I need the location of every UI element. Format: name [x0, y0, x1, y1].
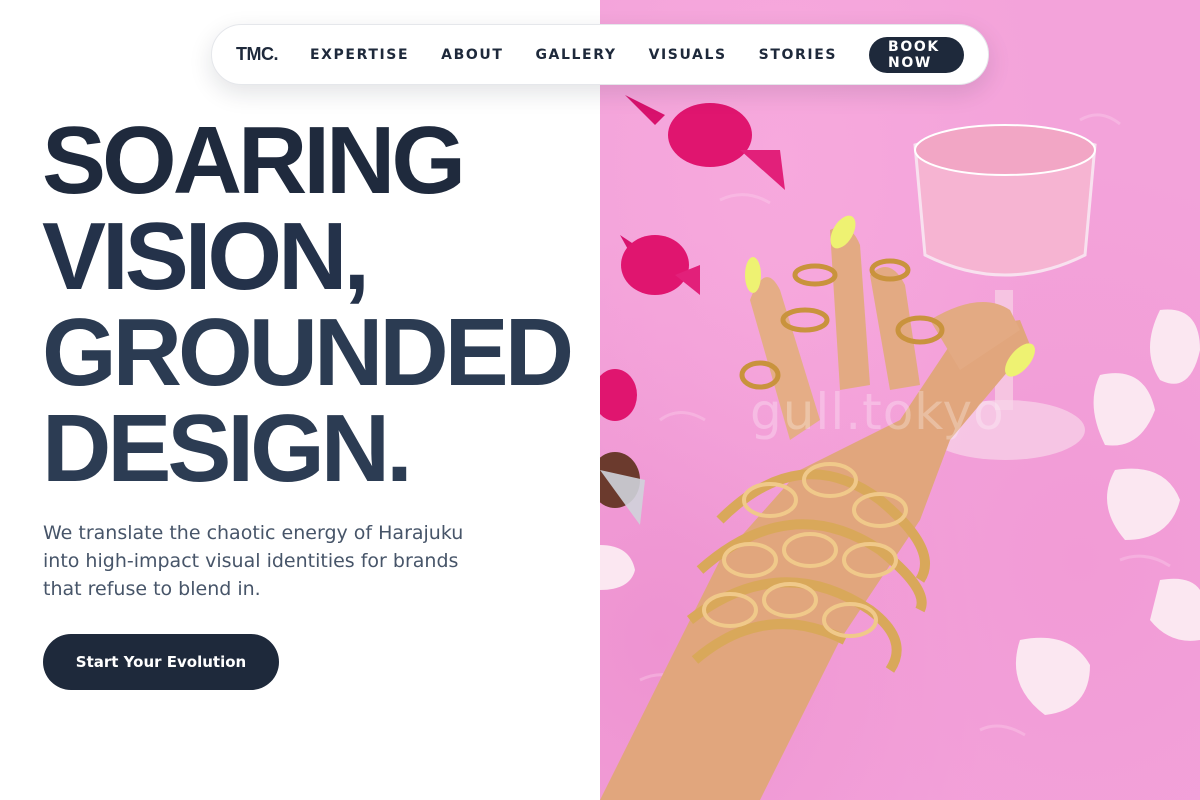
top-navigation: TMC. EXPERTISE ABOUT GALLERY VISUALS STO… — [211, 24, 989, 85]
hero-image: gull.tokyo — [600, 0, 1200, 800]
headline-line-1: SOARING — [42, 107, 466, 214]
start-evolution-button[interactable]: Start Your Evolution — [43, 634, 279, 690]
hero-subtitle: We translate the chaotic energy of Haraj… — [43, 522, 464, 600]
nav-link-about[interactable]: ABOUT — [441, 47, 503, 63]
image-watermark: gull.tokyo — [750, 383, 1005, 441]
nav-link-expertise[interactable]: EXPERTISE — [310, 47, 409, 63]
headline-line-2: VISION, — [42, 203, 370, 310]
candy-wrapper-2 — [620, 235, 700, 295]
book-now-button[interactable]: BOOK NOW — [869, 36, 964, 73]
headline-line-4: DESIGN. — [42, 395, 413, 502]
hand — [600, 215, 1035, 800]
headline-line-3: GROUNDED — [42, 299, 574, 406]
nav-link-visuals[interactable]: VISUALS — [649, 47, 727, 63]
nav-link-gallery[interactable]: GALLERY — [535, 47, 616, 63]
logo[interactable]: TMC. — [236, 44, 279, 65]
candy-wrapper-3 — [600, 369, 645, 525]
hero-headline: SOARING VISION, GROUNDED DESIGN. — [42, 113, 602, 497]
nav-link-stories[interactable]: STORIES — [759, 47, 837, 63]
candy-wrapper-1 — [625, 95, 785, 190]
